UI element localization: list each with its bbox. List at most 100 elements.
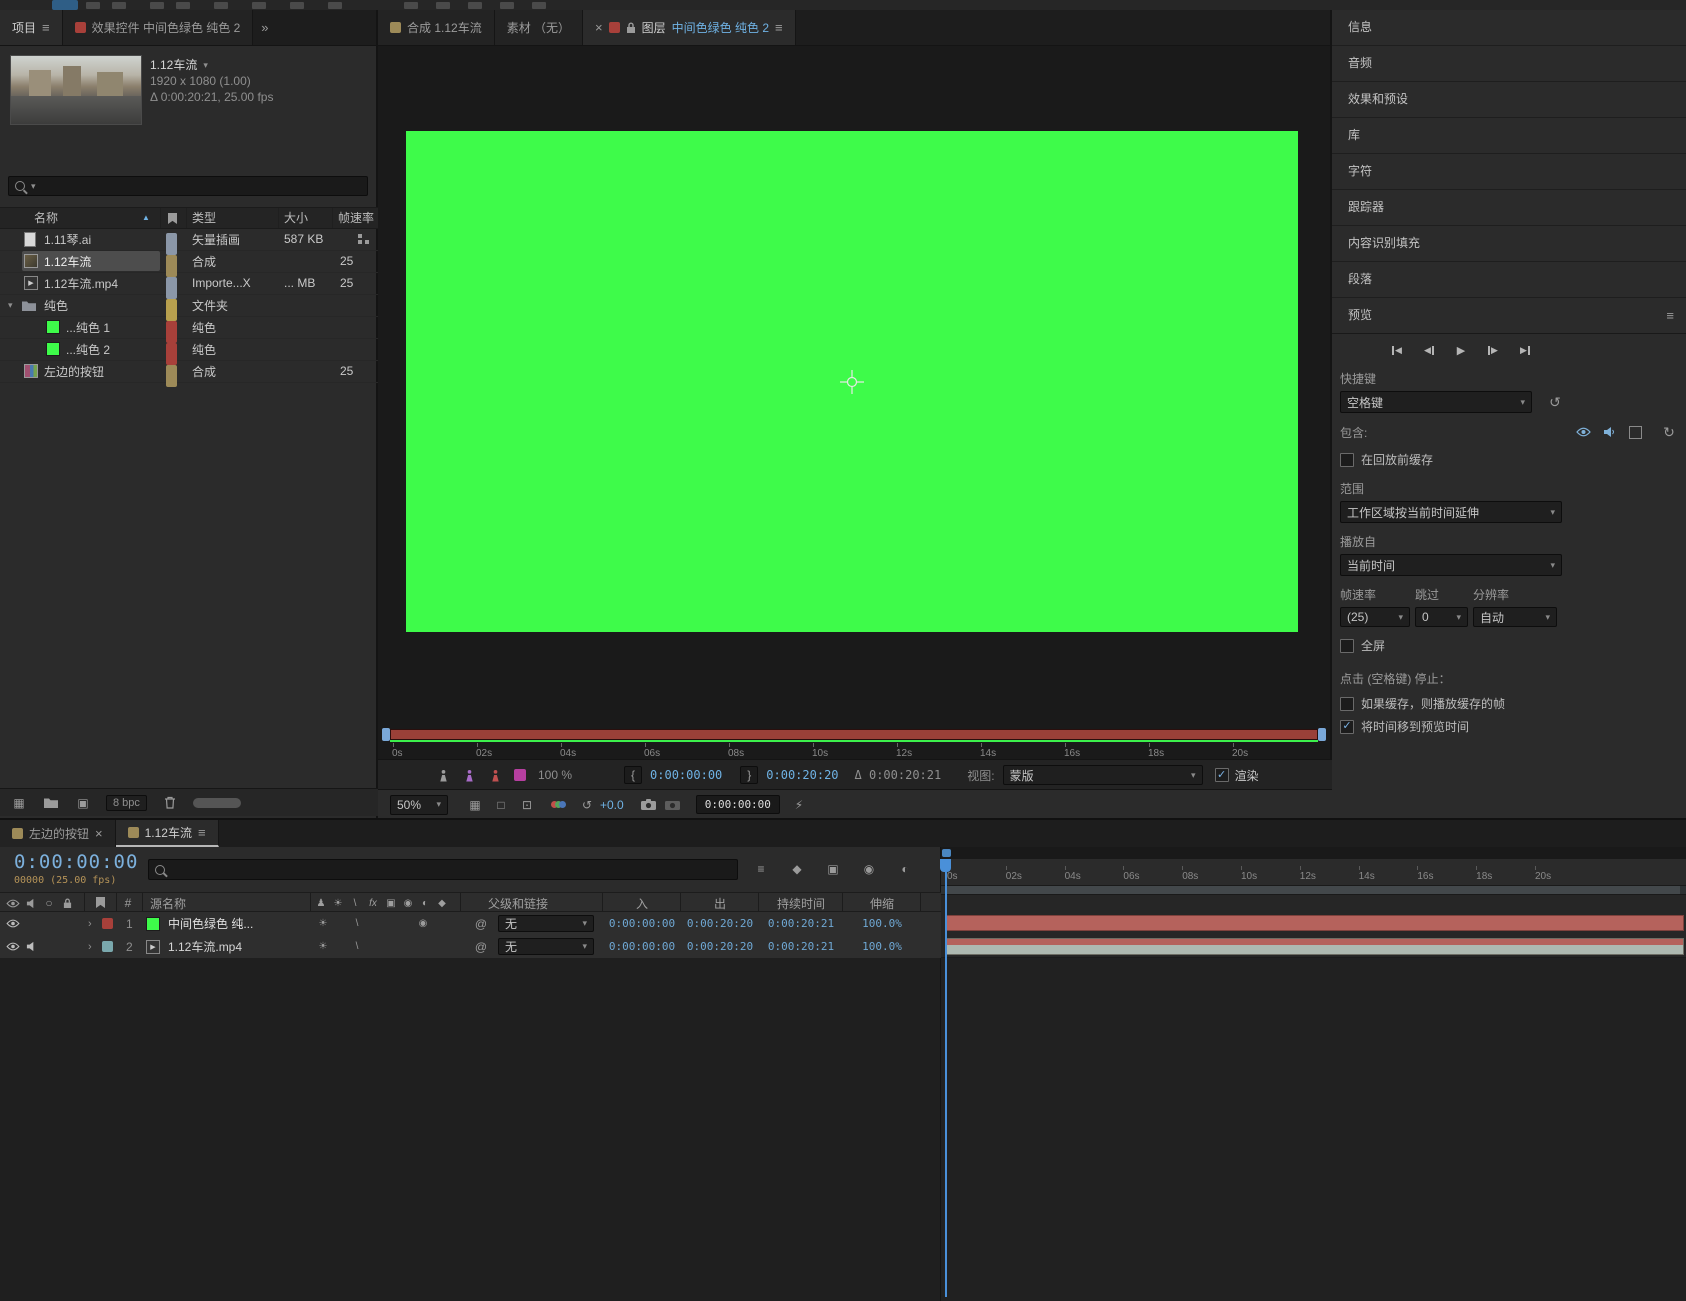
tab-timeline-button-comp[interactable]: 左边的按钮 × bbox=[0, 820, 116, 847]
layer-stretch-value[interactable]: 100.0% bbox=[844, 935, 920, 958]
layer-duration-value[interactable]: 0:00:20:21 bbox=[760, 912, 842, 935]
panel-preview-header[interactable]: 预览 ≡ bbox=[1332, 298, 1686, 334]
project-row-video[interactable]: ▶ 1.12车流.mp4 Importe...X ... MB 25 bbox=[0, 272, 378, 299]
threed-column-icon[interactable]: ◆ bbox=[435, 893, 449, 913]
project-search-input[interactable]: ▾ bbox=[8, 176, 368, 196]
out-column-header[interactable]: 出 bbox=[682, 893, 758, 913]
panel-libraries[interactable]: 库 bbox=[1332, 118, 1686, 154]
include-audio-speaker-icon[interactable] bbox=[1600, 423, 1618, 441]
include-video-eye-icon[interactable] bbox=[1574, 423, 1592, 441]
panel-info[interactable]: 信息 bbox=[1332, 10, 1686, 46]
out-bracket-icon[interactable]: } bbox=[740, 766, 759, 784]
panel-content-aware-fill[interactable]: 内容识别填充 bbox=[1332, 226, 1686, 262]
fx-column-icon[interactable]: fx bbox=[365, 893, 381, 913]
puppet-tool-icon[interactable] bbox=[532, 2, 546, 9]
lock-column-icon[interactable] bbox=[58, 894, 76, 912]
text-tool-icon[interactable] bbox=[328, 2, 342, 9]
snapshot-camera-icon[interactable] bbox=[640, 796, 658, 814]
shortcut-dropdown[interactable]: 空格键 ▾ bbox=[1340, 391, 1532, 413]
number-column-header[interactable]: # bbox=[120, 893, 136, 913]
label-column-icon[interactable] bbox=[96, 897, 105, 908]
label-chip[interactable] bbox=[166, 365, 177, 387]
camera-tool-icon[interactable] bbox=[176, 2, 190, 9]
in-column-header[interactable]: 入 bbox=[604, 893, 680, 913]
project-comp-name[interactable]: 1.12车流 bbox=[150, 57, 197, 73]
adjustment-column-icon[interactable]: ◐ bbox=[418, 893, 432, 913]
panel-audio[interactable]: 音频 bbox=[1332, 46, 1686, 82]
layer-expander-icon[interactable]: › bbox=[88, 935, 92, 958]
tab-composition[interactable]: 合成 1.12车流 bbox=[378, 10, 495, 45]
range-dropdown[interactable]: 工作区域按当前时间延伸 ▾ bbox=[1340, 501, 1562, 523]
skip-dropdown[interactable]: 0 ▾ bbox=[1415, 607, 1468, 627]
anchor-point-crosshair-icon[interactable] bbox=[839, 369, 865, 395]
panel-menu-icon[interactable]: ≡ bbox=[1666, 298, 1674, 333]
pan-behind-tool-icon[interactable] bbox=[214, 2, 228, 9]
quality-column-icon[interactable]: \ bbox=[348, 893, 362, 913]
column-size[interactable]: 大小 bbox=[284, 208, 308, 228]
layer-bar-video[interactable] bbox=[945, 938, 1684, 955]
tab-timeline-main-comp[interactable]: 1.12车流 ≡ bbox=[115, 820, 219, 847]
panel-tracker[interactable]: 跟踪器 bbox=[1332, 190, 1686, 226]
new-folder-icon[interactable] bbox=[42, 794, 60, 812]
viewer-time-ruler[interactable]: 0s 02s 04s 06s 08s 10s 12s 14s 16s 18s 2… bbox=[378, 725, 1332, 759]
collapse-switch-icon[interactable]: ☀ bbox=[314, 912, 332, 935]
interpret-footage-icon[interactable]: ▦ bbox=[10, 794, 28, 812]
stretch-column-header[interactable]: 伸缩 bbox=[844, 893, 920, 913]
play-from-dropdown[interactable]: 当前时间 ▾ bbox=[1340, 554, 1562, 576]
delete-trash-icon[interactable] bbox=[161, 794, 179, 812]
layer-expander-icon[interactable]: › bbox=[88, 912, 92, 935]
resolution-dropdown[interactable]: 自动 ▾ bbox=[1473, 607, 1557, 627]
roto-brush-tool-icon[interactable] bbox=[500, 2, 514, 9]
column-name[interactable]: 名称 bbox=[34, 208, 58, 228]
current-timecode[interactable]: 0:00:00:00 bbox=[14, 851, 138, 873]
shape-tool-icon[interactable] bbox=[252, 2, 266, 9]
layer-duration-value[interactable]: 0:00:20:21 bbox=[760, 935, 842, 958]
timeline-search-input[interactable] bbox=[148, 859, 738, 880]
first-frame-button[interactable]: ◀ bbox=[1384, 340, 1410, 360]
tab-footage[interactable]: 素材 （无） bbox=[494, 10, 584, 45]
parent-link-column-header[interactable]: 父级和链接 bbox=[488, 893, 548, 913]
close-tab-icon[interactable]: × bbox=[595, 20, 603, 35]
quality-switch-icon[interactable]: \ bbox=[348, 912, 366, 935]
move-time-checkbox[interactable]: ✓ bbox=[1340, 719, 1354, 734]
folder-expander-icon[interactable]: ▾ bbox=[8, 294, 13, 316]
panel-menu-icon[interactable]: ≡ bbox=[198, 825, 206, 840]
pick-whip-icon[interactable]: @ bbox=[472, 912, 490, 935]
brush-tool-icon[interactable] bbox=[404, 2, 418, 9]
layer-eye-icon[interactable] bbox=[4, 935, 22, 958]
work-area-end-handle[interactable] bbox=[1318, 728, 1326, 741]
new-composition-icon[interactable]: ▣ bbox=[74, 794, 92, 812]
close-tab-icon[interactable]: × bbox=[95, 826, 103, 841]
composition-mini-flowchart-icon[interactable]: ≡ bbox=[752, 860, 770, 878]
play-cached-frames-checkbox[interactable] bbox=[1340, 696, 1354, 711]
tab-project[interactable]: 项目 ≡ bbox=[0, 10, 63, 45]
pick-whip-icon[interactable]: @ bbox=[472, 935, 490, 958]
project-row-solid-2[interactable]: ...纯色 2 纯色 bbox=[0, 338, 378, 365]
reset-exposure-icon[interactable]: ↺ bbox=[578, 796, 596, 814]
layer-in-timecode[interactable]: 0:00:00:00 bbox=[650, 768, 722, 782]
rotate-tool-icon[interactable] bbox=[150, 2, 164, 9]
panel-paragraph[interactable]: 段落 bbox=[1332, 262, 1686, 298]
last-frame-button[interactable]: ▶ bbox=[1512, 340, 1538, 360]
layer-canvas-green-solid[interactable] bbox=[406, 131, 1298, 632]
project-row-button-comp[interactable]: 左边的按钮 合成 25 bbox=[0, 360, 378, 387]
graph-editor-icon[interactable]: ◐ bbox=[896, 860, 914, 878]
zoom-tool-icon[interactable] bbox=[112, 2, 126, 9]
comp-name-caret-icon[interactable]: ▾ bbox=[203, 57, 208, 73]
layer-out-value[interactable]: 0:00:20:20 bbox=[682, 912, 758, 935]
collapse-column-icon[interactable]: ☀ bbox=[331, 893, 345, 913]
exposure-value[interactable]: +0.0 bbox=[600, 798, 624, 812]
playhead-line[interactable] bbox=[945, 859, 947, 1297]
sort-ascending-icon[interactable]: ▲ bbox=[142, 208, 150, 228]
previous-frame-button[interactable]: ◀ bbox=[1416, 340, 1442, 360]
roto-figure-icon-red[interactable] bbox=[486, 766, 504, 784]
region-of-interest-icon[interactable]: ⊡ bbox=[518, 796, 536, 814]
channel-icon[interactable] bbox=[546, 796, 570, 814]
transparency-grid-icon[interactable]: ▦ bbox=[466, 796, 484, 814]
layer-speaker-icon[interactable] bbox=[22, 935, 40, 958]
motion-blur-switch-icon[interactable]: ◉ bbox=[414, 912, 432, 935]
hand-tool-icon[interactable] bbox=[86, 2, 100, 9]
fullscreen-checkbox[interactable] bbox=[1340, 638, 1354, 653]
roto-figure-icon-purple[interactable] bbox=[460, 766, 478, 784]
work-area-right-handle[interactable] bbox=[1680, 886, 1686, 894]
